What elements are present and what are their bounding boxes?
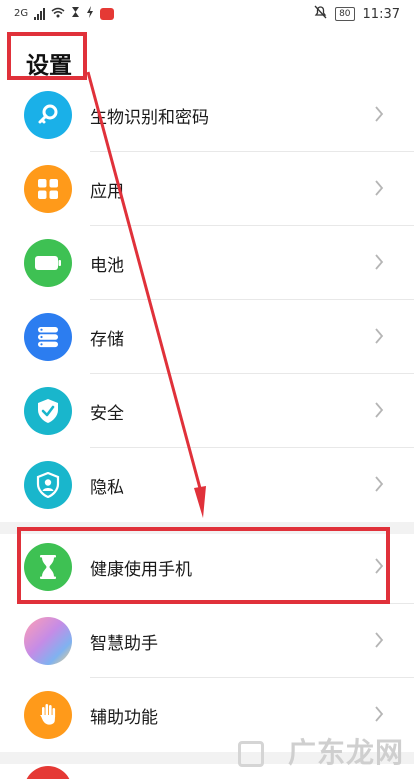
clock: 11:37: [362, 6, 400, 22]
settings-item-label: 应用: [90, 182, 124, 202]
chevron-right-icon: [375, 328, 384, 344]
privacy-icon: [24, 461, 72, 509]
chevron-right-icon: [375, 180, 384, 196]
settings-item-label: 智慧助手: [90, 634, 158, 654]
hourglass-status-icon: [71, 6, 80, 21]
settings-item-battery[interactable]: 电池: [0, 226, 414, 300]
status-left: 2G: [14, 6, 115, 21]
notification-app-icon: [100, 7, 115, 20]
settings-item-label: 生物识别和密码: [90, 108, 209, 128]
settings-item-storage[interactable]: 存储: [0, 300, 414, 374]
chevron-right-icon: [375, 476, 384, 492]
chevron-right-icon: [375, 106, 384, 122]
settings-item-privacy[interactable]: 隐私: [0, 448, 414, 522]
next-item-icon-peek: [24, 766, 72, 779]
title-highlight-box: [7, 32, 87, 80]
watermark-text: 广东龙网: [287, 736, 404, 769]
hand-icon: [24, 691, 72, 739]
mute-bell-icon: [314, 5, 327, 23]
chevron-right-icon: [375, 402, 384, 418]
assistant-icon: [24, 617, 72, 665]
shield-check-icon: [24, 387, 72, 435]
battery-icon: [24, 239, 72, 287]
settings-item-label: 存储: [90, 330, 124, 350]
settings-item-security[interactable]: 安全: [0, 374, 414, 448]
settings-item-label: 隐私: [90, 478, 124, 498]
status-bar: 2G 80 11:37: [0, 0, 414, 30]
chevron-right-icon: [375, 254, 384, 270]
settings-item-biometrics[interactable]: 生物识别和密码: [0, 78, 414, 152]
storage-icon: [24, 313, 72, 361]
chevron-right-icon: [375, 632, 384, 648]
watermark-logo-icon: [238, 741, 264, 767]
settings-item-label: 电池: [90, 256, 124, 276]
battery-level: 80: [335, 7, 355, 21]
settings-item-label: 辅助功能: [90, 708, 158, 728]
signal-icon: [34, 7, 46, 20]
chevron-right-icon: [375, 706, 384, 722]
settings-item-smart-assistant[interactable]: 智慧助手: [0, 604, 414, 678]
charging-icon: [86, 6, 94, 21]
network-type: 2G: [14, 8, 29, 19]
settings-item-apps[interactable]: 应用: [0, 152, 414, 226]
health-item-highlight-box: [17, 527, 390, 604]
apps-grid-icon: [24, 165, 72, 213]
settings-item-label: 安全: [90, 404, 124, 424]
status-right: 80 11:37: [314, 5, 400, 23]
wifi-icon: [51, 7, 65, 21]
key-icon: [24, 91, 72, 139]
